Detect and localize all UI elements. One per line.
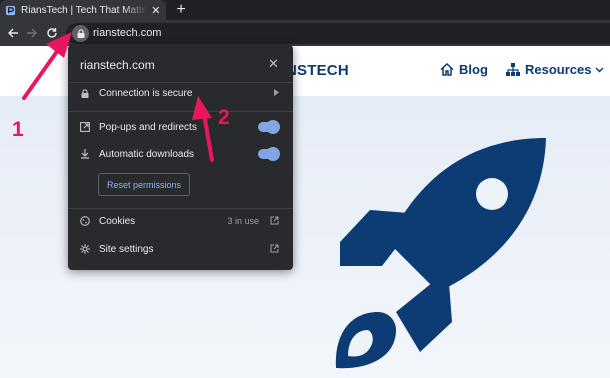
site-info-popup: rianstech.com ✕ Connection is secure Pop…	[68, 45, 293, 270]
connection-secure-item[interactable]: Connection is secure	[68, 83, 293, 103]
back-icon[interactable]	[4, 24, 22, 42]
site-favicon-icon	[5, 5, 16, 15]
site-info-lock-icon[interactable]	[72, 25, 89, 42]
tab-title: RiansTech | Tech That Matters Th	[21, 4, 148, 16]
rocket-illustration	[335, 138, 546, 369]
popup-window-icon	[80, 122, 90, 132]
browser-tab[interactable]: RiansTech | Tech That Matters Th ✕	[0, 0, 166, 20]
step-marker-2: 2	[218, 106, 230, 129]
open-external-icon	[270, 244, 279, 255]
home-icon	[440, 63, 454, 76]
popup-domain: rianstech.com	[80, 58, 155, 72]
cookies-count: 3 in use	[227, 216, 259, 226]
popup-close-icon[interactable]: ✕	[268, 56, 279, 72]
nav-resources-label: Resources	[525, 62, 592, 77]
chevron-right-icon	[274, 88, 279, 98]
divider	[68, 111, 293, 112]
sitemap-icon	[506, 63, 520, 76]
popups-label: Pop-ups and redirects	[99, 121, 197, 133]
popups-toggle[interactable]	[258, 120, 280, 134]
new-tab-icon[interactable]: +	[172, 0, 190, 20]
browser-toolbar: rianstech.com	[0, 20, 610, 46]
gear-icon	[80, 244, 90, 254]
nav-blog-label: Blog	[459, 62, 488, 77]
lock-icon	[80, 88, 90, 98]
chevron-down-icon	[595, 66, 605, 73]
tab-strip: RiansTech | Tech That Matters Th ✕ +	[0, 0, 610, 20]
divider	[68, 208, 293, 209]
nav-resources-link[interactable]: Resources	[506, 62, 605, 77]
connection-label: Connection is secure	[99, 87, 193, 99]
tab-close-icon[interactable]: ✕	[151, 4, 161, 17]
site-settings-item[interactable]: Site settings	[68, 239, 293, 259]
forward-icon[interactable]	[23, 24, 41, 42]
reset-permissions-button[interactable]: Reset permissions	[98, 173, 190, 196]
nav-blog-link[interactable]: Blog	[440, 62, 488, 77]
open-external-icon	[270, 216, 279, 227]
reload-icon[interactable]	[43, 24, 61, 42]
cookies-label: Cookies	[99, 215, 136, 227]
site-logo-text[interactable]: NSTECH	[286, 62, 349, 79]
cookie-icon	[80, 216, 90, 226]
step-marker-1: 1	[12, 118, 24, 141]
download-icon	[80, 149, 90, 159]
downloads-label: Automatic downloads	[99, 148, 195, 160]
downloads-toggle[interactable]	[258, 147, 280, 161]
cookies-item[interactable]: Cookies 3 in use	[68, 211, 293, 231]
url-text: rianstech.com	[93, 27, 162, 39]
site-settings-label: Site settings	[99, 243, 154, 255]
address-bar[interactable]: rianstech.com	[66, 23, 610, 44]
